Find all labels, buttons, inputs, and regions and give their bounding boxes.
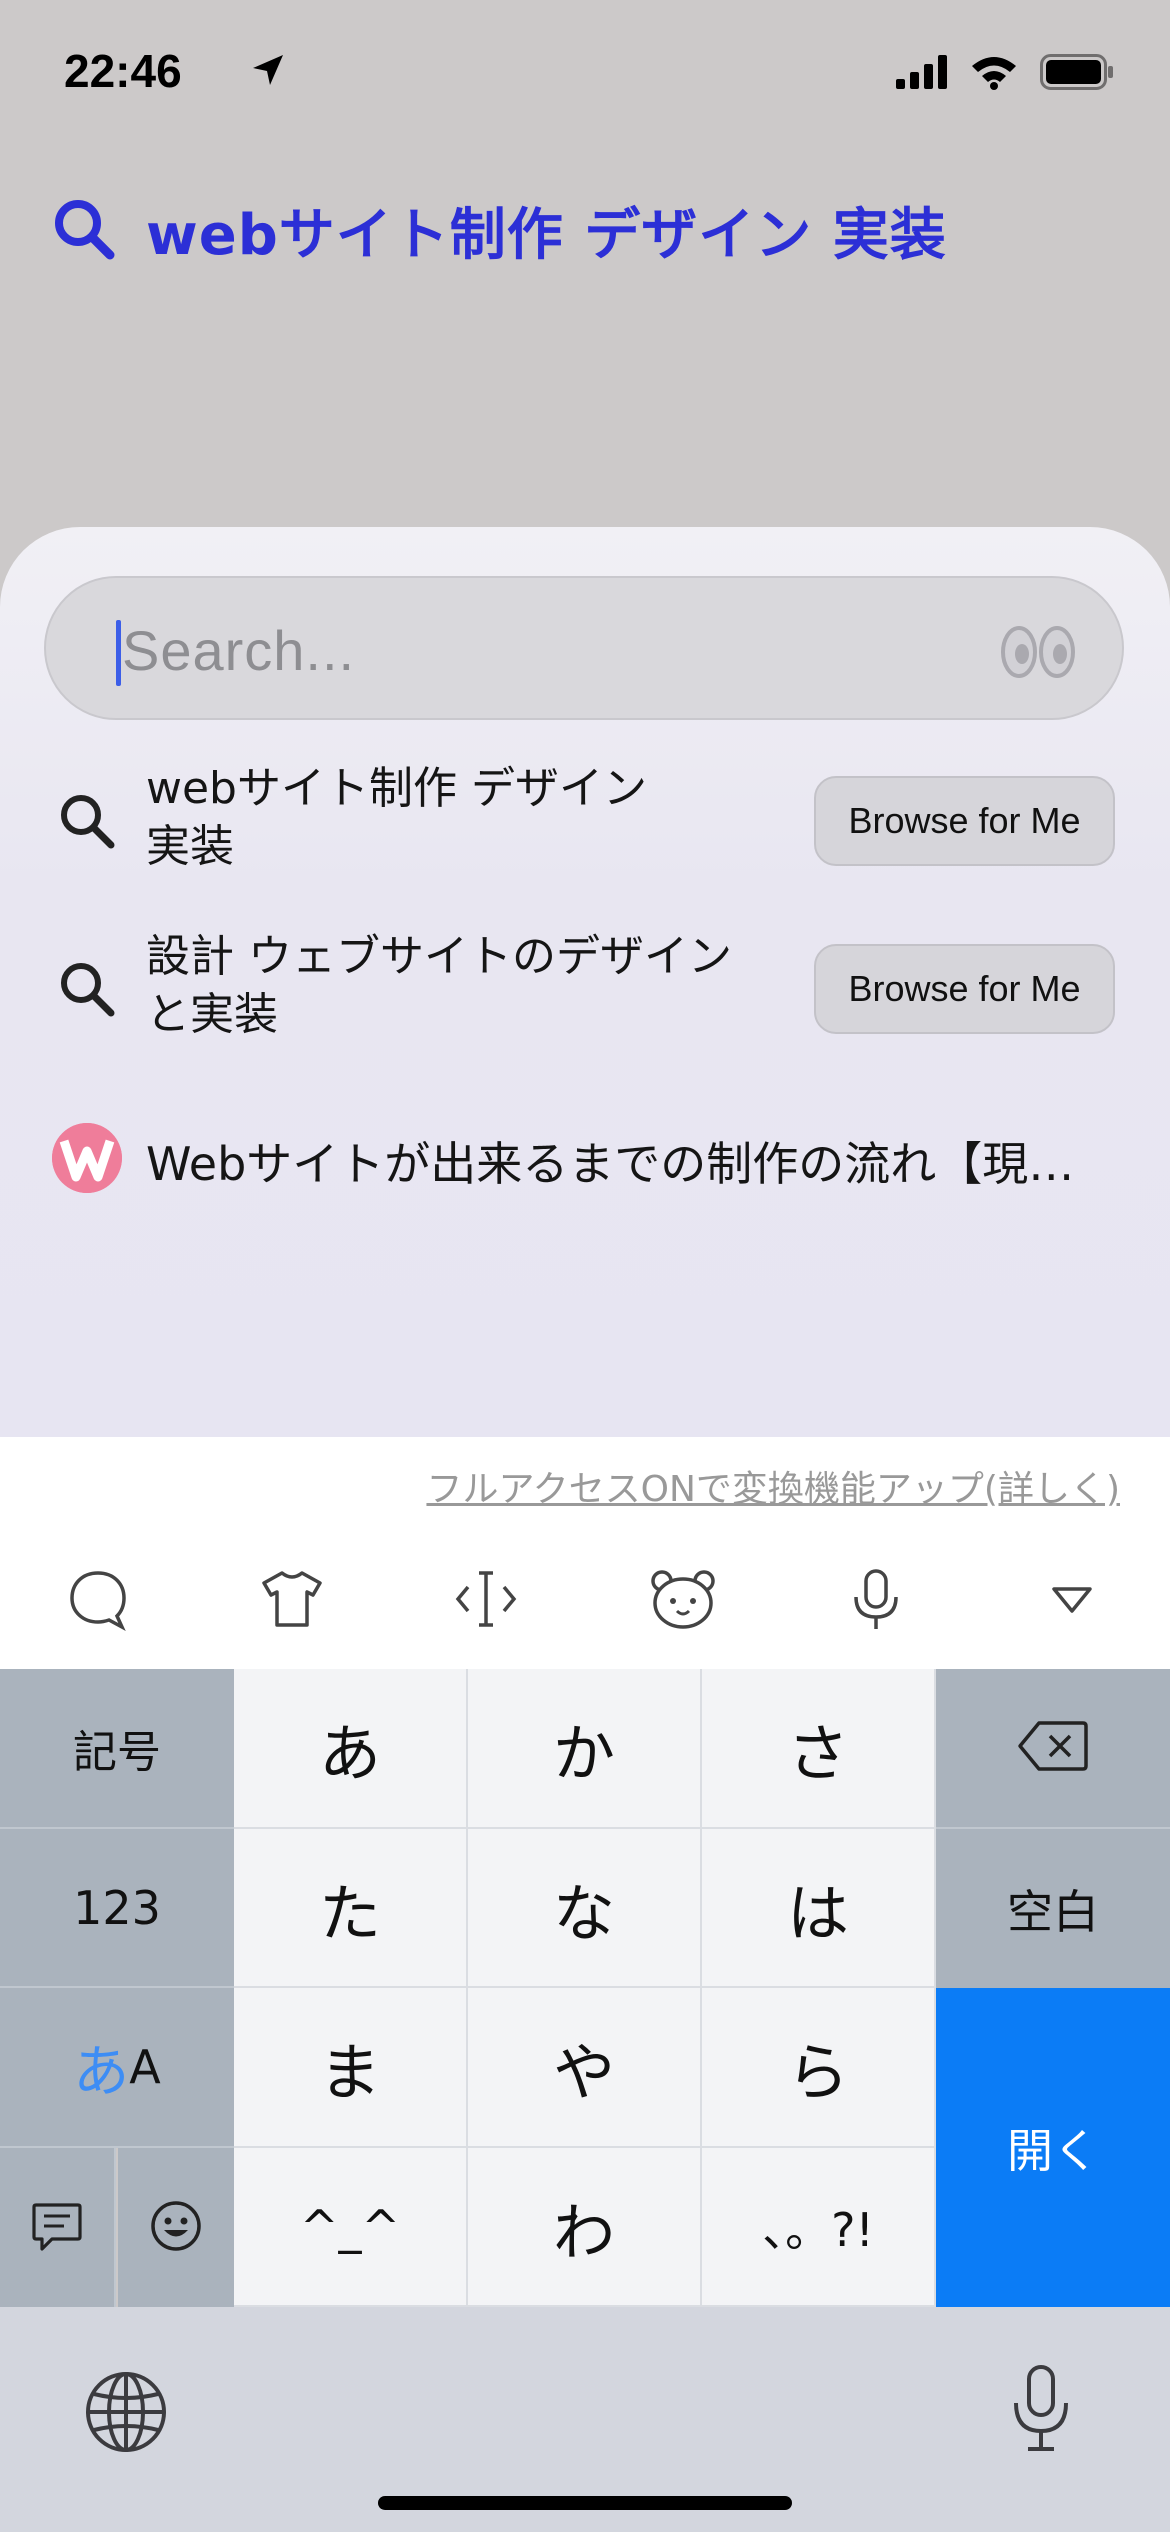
key-ta[interactable]: た xyxy=(234,1829,468,1988)
delete-icon xyxy=(1017,1720,1089,1776)
search-icon xyxy=(58,792,116,854)
text-caret xyxy=(116,620,121,686)
kaomoji-key[interactable]: ^_^ xyxy=(234,2148,468,2307)
key-na[interactable]: な xyxy=(468,1829,702,1988)
tshirt-icon[interactable] xyxy=(260,1567,324,1635)
message-icon xyxy=(30,2199,84,2257)
keyboard-toolbar: フルアクセスONで変換機能アップ(詳しく) xyxy=(0,1437,1170,1669)
suggestion-item[interactable]: 設計 ウェブサイトのデザイン と実装 Browse for Me xyxy=(0,928,1170,1048)
latin-mode-label: A xyxy=(129,2040,161,2094)
suggestion-item[interactable]: webサイト制作 デザイン 実装 Browse for Me xyxy=(0,760,1170,880)
cursor-move-icon[interactable] xyxy=(454,1567,518,1635)
key-ya[interactable]: や xyxy=(468,1988,702,2148)
key-a[interactable]: あ xyxy=(234,1669,468,1829)
cellular-signal-icon xyxy=(896,55,948,93)
suggestion-line: 実装 xyxy=(146,821,234,872)
key-ha[interactable]: は xyxy=(702,1829,936,1988)
key-ka[interactable]: か xyxy=(468,1669,702,1829)
bear-face-icon[interactable] xyxy=(650,1567,716,1635)
search-placeholder: Search... xyxy=(122,619,356,682)
key-wa[interactable]: わ xyxy=(468,2148,702,2307)
input-mode-key[interactable]: あ A xyxy=(0,1988,234,2148)
location-arrow-icon xyxy=(250,52,286,92)
delete-key[interactable] xyxy=(936,1669,1170,1829)
full-access-link[interactable]: フルアクセスONで変換機能アップ(詳しく) xyxy=(426,1460,1120,1512)
site-favicon-icon xyxy=(52,1123,122,1193)
globe-icon[interactable] xyxy=(84,2370,168,2458)
space-key[interactable]: 空白 xyxy=(936,1829,1170,1988)
site-result-title[interactable]: Webサイトが出来るまでの制作の流れ【現… xyxy=(146,1128,1106,1194)
suggestion-line: webサイト制作 デザイン xyxy=(146,763,647,814)
number-key[interactable]: 123 xyxy=(0,1829,234,1988)
dictation-microphone-icon[interactable] xyxy=(1010,2363,1072,2457)
open-enter-key[interactable]: 開く xyxy=(936,1988,1170,2307)
browse-for-me-button[interactable]: Browse for Me xyxy=(814,776,1115,866)
search-input[interactable]: Search... xyxy=(44,576,1124,720)
query-text: webサイト制作 デザイン 実装 xyxy=(146,203,947,268)
status-icons xyxy=(896,54,1114,94)
home-indicator[interactable] xyxy=(378,2496,792,2510)
browse-for-me-button[interactable]: Browse for Me xyxy=(814,944,1115,1034)
key-ma[interactable]: ま xyxy=(234,1988,468,2148)
wifi-icon xyxy=(970,54,1018,94)
key-sa[interactable]: さ xyxy=(702,1669,936,1829)
speech-bubble-icon[interactable] xyxy=(66,1567,130,1635)
suggestion-text: webサイト制作 デザイン 実装 xyxy=(146,760,647,876)
kigou-key[interactable]: 記号 xyxy=(0,1669,234,1829)
flick-keyboard: 記号 あ か さ 123 た な は 空白 あ A ま や ら 開く ^_^ わ… xyxy=(0,1669,1170,2307)
microphone-icon[interactable] xyxy=(848,1567,904,1635)
emoji-key[interactable] xyxy=(118,2148,234,2307)
notes-key[interactable] xyxy=(0,2148,116,2307)
keyboard-bottom-bar xyxy=(0,2307,1170,2532)
suggestion-line: 設計 ウェブサイトのデザイン xyxy=(146,931,732,982)
suggestion-text: 設計 ウェブサイトのデザイン と実装 xyxy=(146,928,732,1044)
eyes-icon[interactable] xyxy=(1000,624,1076,684)
key-ra[interactable]: ら xyxy=(702,1988,936,2148)
battery-icon xyxy=(1040,54,1114,94)
search-icon xyxy=(52,197,116,265)
punctuation-key[interactable]: 、。?! xyxy=(702,2148,936,2307)
status-bar: 22:46 xyxy=(0,0,1170,150)
suggestion-line: と実装 xyxy=(146,989,278,1040)
collapse-triangle-icon[interactable] xyxy=(1050,1585,1094,1619)
kana-mode-label: あ xyxy=(73,2039,130,2105)
search-icon xyxy=(58,960,116,1022)
current-query[interactable]: webサイト制作 デザイン 実装 xyxy=(52,190,947,271)
smiley-icon xyxy=(149,2199,203,2257)
status-time: 22:46 xyxy=(64,45,182,97)
